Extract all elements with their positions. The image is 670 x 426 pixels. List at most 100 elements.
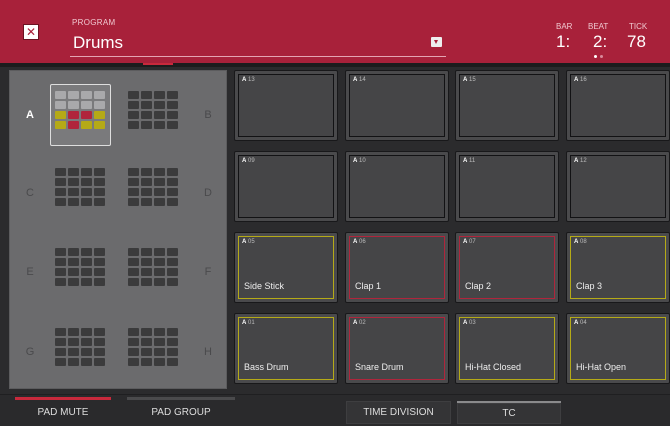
bank-d-mini-grid[interactable] — [128, 168, 178, 206]
page-dot-active — [594, 55, 597, 58]
pad-a01[interactable]: A 01 Bass Drum — [234, 313, 338, 384]
pad-a16[interactable]: A 16 — [566, 70, 670, 141]
tc-button[interactable]: TC — [457, 402, 561, 426]
pad-a06[interactable]: A 06 Clap 1 — [345, 232, 449, 303]
pad-a07[interactable]: A 07 Clap 2 — [455, 232, 559, 303]
bank-h-letter[interactable]: H — [202, 346, 214, 358]
pad-sample-name: Side Stick — [244, 281, 285, 291]
mini-pad-cell — [68, 121, 79, 129]
mini-pad-cell — [81, 328, 92, 336]
bank-h-mini-grid[interactable] — [128, 328, 178, 366]
pad-a03[interactable]: A 03 Hi-Hat Closed — [455, 313, 559, 384]
mini-pad-cell — [128, 358, 139, 366]
mini-pad-cell — [167, 358, 178, 366]
mini-pad-cell — [55, 338, 66, 346]
mini-pad-cell — [141, 258, 152, 266]
mini-pad-cell — [55, 168, 66, 176]
mini-pad-cell — [128, 328, 139, 336]
mini-pad-cell — [68, 258, 79, 266]
pad-a04[interactable]: A 04 Hi-Hat Open — [566, 313, 670, 384]
mini-pad-cell — [128, 258, 139, 266]
pad-frame: A 12 — [570, 155, 666, 218]
pad-id-label: A 03 — [463, 320, 476, 326]
mini-pad-cell — [55, 278, 66, 286]
mini-pad-cell — [55, 268, 66, 276]
bank-f-mini-grid[interactable] — [128, 248, 178, 286]
pad-a11[interactable]: A 11 — [455, 151, 559, 222]
mini-pad-cell — [141, 348, 152, 356]
mini-pad-cell — [141, 121, 152, 129]
pad-sample-name: Clap 1 — [355, 281, 382, 291]
pad-frame: A 14 — [349, 74, 445, 137]
program-label: PROGRAM — [72, 18, 116, 27]
pad-number: 05 — [246, 239, 255, 245]
bank-d-letter[interactable]: D — [202, 187, 214, 199]
time-division-button[interactable]: TIME DIVISION — [346, 401, 451, 425]
close-button[interactable]: ✕ — [23, 24, 39, 40]
pad-id-label: A 10 — [353, 158, 366, 164]
pad-a02[interactable]: A 02 Snare Drum — [345, 313, 449, 384]
pad-number: 15 — [467, 77, 476, 83]
mini-pad-cell — [154, 338, 165, 346]
pad-a08[interactable]: A 08 Clap 3 — [566, 232, 670, 303]
mini-pad-cell — [81, 258, 92, 266]
mini-pad-cell — [68, 91, 79, 99]
beat-label: BEAT — [588, 22, 609, 31]
pad-sample-name: Snare Drum — [355, 362, 404, 372]
chevron-down-icon[interactable] — [431, 37, 442, 47]
mini-pad-cell — [68, 358, 79, 366]
mini-pad-cell — [94, 248, 105, 256]
mini-pad-cell — [154, 328, 165, 336]
pad-a05[interactable]: A 05 Side Stick — [234, 232, 338, 303]
mini-pad-cell — [154, 188, 165, 196]
mini-pad-cell — [141, 338, 152, 346]
pad-number: 08 — [578, 239, 587, 245]
pad-a09[interactable]: A 09 — [234, 151, 338, 222]
bank-b-letter[interactable]: B — [202, 109, 214, 121]
bank-a-letter[interactable]: A — [24, 109, 36, 121]
bank-c-mini-grid[interactable] — [55, 168, 105, 206]
bank-b-mini-grid[interactable] — [128, 91, 178, 129]
mini-pad-cell — [167, 168, 178, 176]
pad-a15[interactable]: A 15 — [455, 70, 559, 141]
pad-id-label: A 05 — [242, 239, 255, 245]
mini-pad-cell — [81, 358, 92, 366]
mini-pad-cell — [141, 198, 152, 206]
bank-e-letter[interactable]: E — [24, 266, 36, 278]
pad-a10[interactable]: A 10 — [345, 151, 449, 222]
mini-pad-cell — [154, 248, 165, 256]
mini-pad-cell — [167, 101, 178, 109]
pad-a13[interactable]: A 13 — [234, 70, 338, 141]
tick-value[interactable]: 78 — [627, 32, 646, 52]
pad-sample-name: Clap 3 — [576, 281, 603, 291]
pad-number: 09 — [246, 158, 255, 164]
pad-mute-button[interactable]: PAD MUTE — [15, 401, 111, 425]
pad-id-label: A 08 — [574, 239, 587, 245]
pad-id-label: A 14 — [353, 77, 366, 83]
mini-pad-cell — [68, 348, 79, 356]
mini-pad-cell — [141, 101, 152, 109]
pad-a12[interactable]: A 12 — [566, 151, 670, 222]
pad-id-label: A 02 — [353, 320, 366, 326]
bank-g-mini-grid[interactable] — [55, 328, 105, 366]
beat-value[interactable]: 2: — [593, 32, 607, 52]
bank-a-mini-grid[interactable] — [55, 91, 105, 129]
mini-pad-cell — [94, 268, 105, 276]
mini-pad-cell — [154, 111, 165, 119]
bank-g-letter[interactable]: G — [24, 346, 36, 358]
bank-f-letter[interactable]: F — [202, 266, 214, 278]
mini-pad-cell — [94, 101, 105, 109]
bar-label: BAR — [556, 22, 573, 31]
bar-value[interactable]: 1: — [556, 32, 570, 52]
pad-group-button[interactable]: PAD GROUP — [127, 401, 235, 425]
mini-pad-cell — [128, 188, 139, 196]
tick-label: TICK — [629, 22, 648, 31]
pad-a14[interactable]: A 14 — [345, 70, 449, 141]
program-name-field[interactable]: Drums — [73, 33, 123, 53]
mini-pad-cell — [141, 358, 152, 366]
pad-number: 07 — [467, 239, 476, 245]
bank-e-mini-grid[interactable] — [55, 248, 105, 286]
bank-c-letter[interactable]: C — [24, 187, 36, 199]
pad-id-label: A 16 — [574, 77, 587, 83]
mini-pad-cell — [128, 121, 139, 129]
